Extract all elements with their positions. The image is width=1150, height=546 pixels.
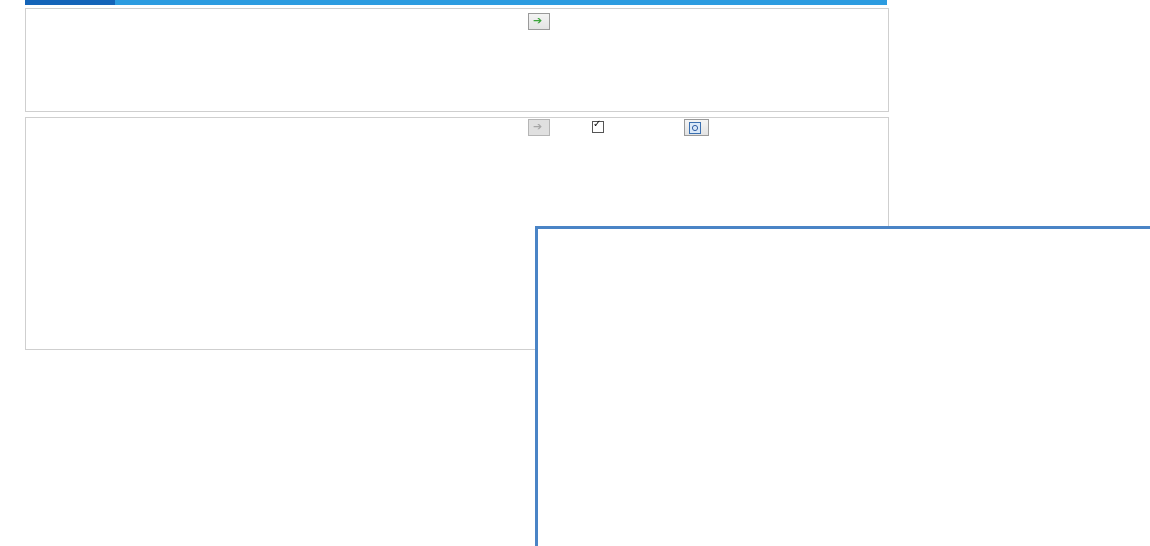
label-print-preview-panel bbox=[535, 226, 1150, 546]
gray-arrow-icon: ➔ bbox=[533, 122, 542, 133]
checkbox-icon[interactable] bbox=[592, 121, 604, 133]
green-arrow-icon: ➔ bbox=[533, 16, 542, 27]
unfinished-process-checkbox[interactable] bbox=[592, 121, 604, 133]
init-to-start-button[interactable]: ➔ bbox=[528, 13, 550, 30]
start-to-end-button[interactable]: ➔ bbox=[528, 119, 550, 136]
window-edge-strip bbox=[25, 0, 887, 5]
filter-icon bbox=[689, 122, 701, 134]
pending-start-groupbox: ➔ bbox=[25, 8, 889, 112]
filter-by-condition-button[interactable] bbox=[684, 119, 709, 136]
